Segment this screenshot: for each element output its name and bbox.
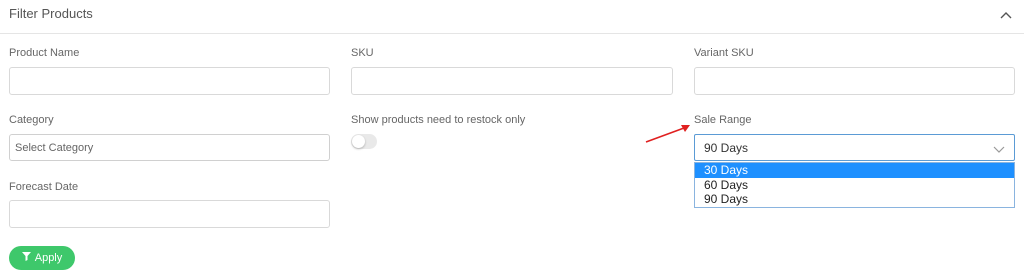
category-label: Category: [9, 114, 54, 126]
variant-sku-input[interactable]: [694, 67, 1015, 95]
sale-range-select[interactable]: 90 Days: [694, 134, 1015, 161]
variant-sku-label: Variant SKU: [694, 47, 754, 59]
filter-icon: [21, 252, 31, 264]
product-name-input[interactable]: [9, 67, 330, 95]
chevron-down-icon: [993, 143, 1005, 153]
option-60-days[interactable]: 60 Days: [695, 178, 1014, 193]
sku-input[interactable]: [351, 67, 673, 95]
category-placeholder: Select Category: [15, 142, 94, 154]
annotation-arrow-icon: [645, 125, 690, 143]
restock-toggle[interactable]: [351, 134, 377, 149]
restock-label: Show products need to restock only: [351, 114, 526, 126]
sale-range-label: Sale Range: [694, 114, 752, 126]
panel-title: Filter Products: [9, 6, 93, 21]
category-select[interactable]: Select Category: [9, 134, 330, 161]
apply-label: Apply: [34, 252, 63, 264]
product-name-label: Product Name: [9, 47, 80, 59]
forecast-date-input[interactable]: [9, 200, 330, 228]
option-30-days[interactable]: 30 Days: [695, 163, 1014, 178]
filter-panel-header: Filter Products: [0, 0, 1024, 34]
sale-range-value: 90 Days: [704, 141, 749, 155]
forecast-date-label: Forecast Date: [9, 181, 79, 193]
sale-range-dropdown: 30 Days 60 Days 90 Days: [694, 162, 1015, 208]
apply-button[interactable]: Apply: [9, 246, 75, 270]
sku-label: SKU: [351, 47, 374, 59]
chevron-up-icon[interactable]: [998, 7, 1014, 23]
toggle-knob: [352, 135, 365, 148]
option-90-days[interactable]: 90 Days: [695, 192, 1014, 207]
